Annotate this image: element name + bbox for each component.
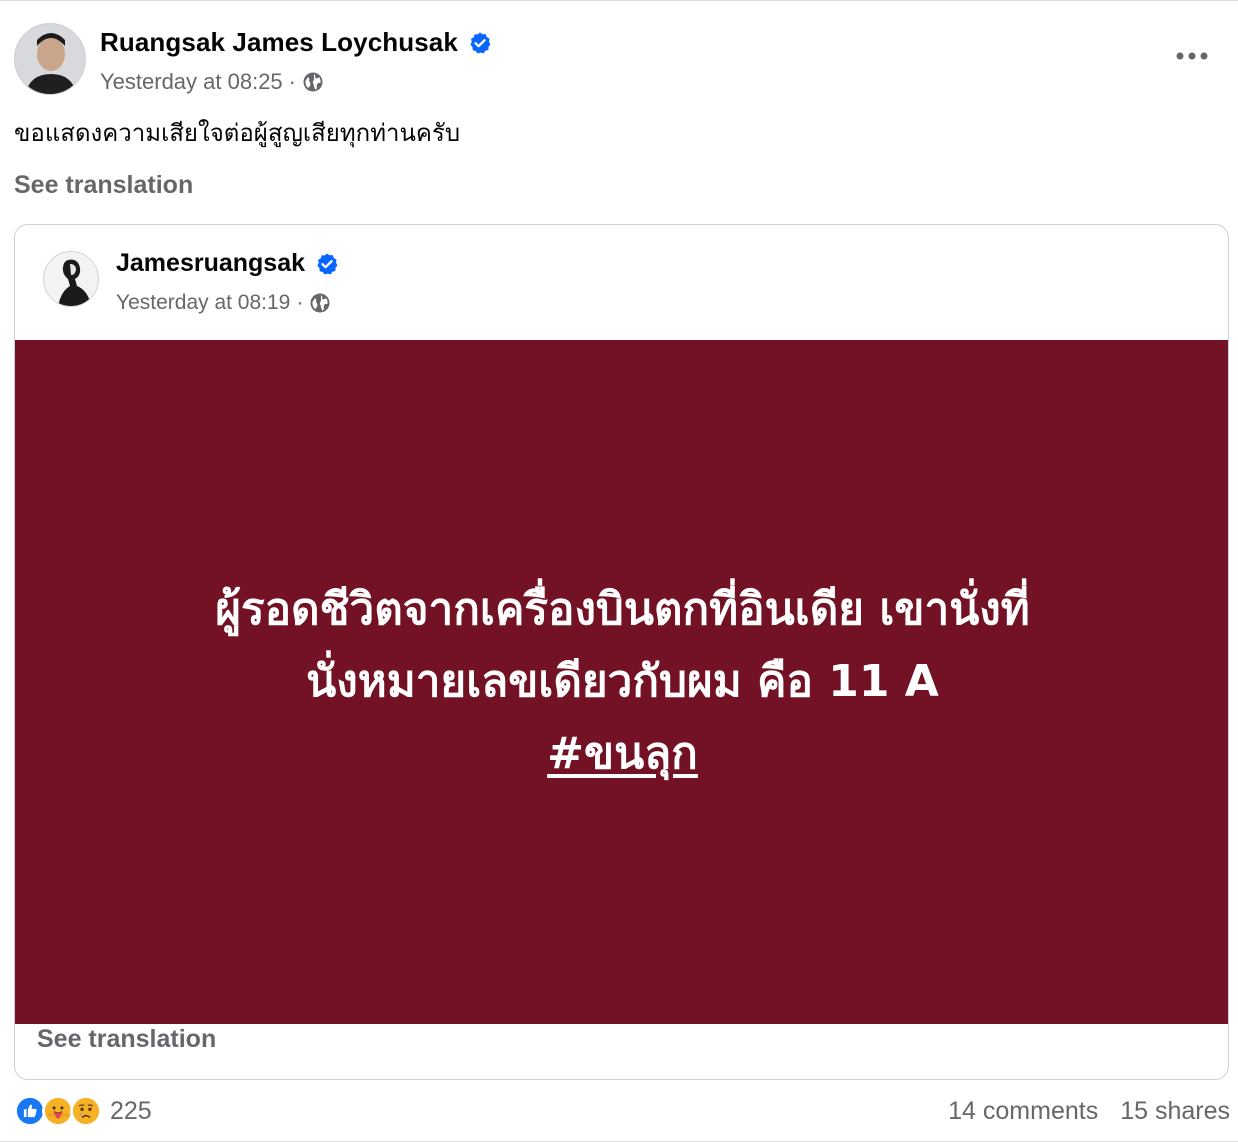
author-avatar[interactable] — [14, 23, 86, 95]
shared-post[interactable]: Jamesruangsak Yesterday at 08:19 · ผู้รอ… — [14, 224, 1229, 1080]
reactions-summary[interactable]: 225 — [14, 1095, 152, 1127]
reaction-count: 225 — [110, 1096, 152, 1125]
background-text-line-1: ผู้รอดชีวิตจากเครื่องบินตกที่อินเดีย เขา… — [215, 584, 1030, 635]
engagement-stats: 14 comments 15 shares — [948, 1097, 1230, 1126]
globe-icon[interactable] — [309, 292, 331, 314]
hashtag-link[interactable]: #ขนลุก — [547, 728, 698, 779]
post-footer: 225 14 comments 15 shares — [14, 1091, 1230, 1131]
post-meta: Yesterday at 08:25 · — [100, 69, 324, 95]
shared-author-name[interactable]: Jamesruangsak — [116, 249, 305, 278]
post-timestamp[interactable]: Yesterday at 08:25 — [100, 69, 283, 95]
verified-badge-icon — [317, 253, 338, 274]
shared-author-name-row: Jamesruangsak — [116, 249, 339, 278]
shared-post-meta: Yesterday at 08:19 · — [116, 291, 331, 315]
shared-author-avatar[interactable] — [43, 251, 99, 307]
shared-post-timestamp[interactable]: Yesterday at 08:19 — [116, 291, 290, 315]
more-options-button[interactable] — [1170, 41, 1214, 71]
sad-reaction-icon — [70, 1095, 102, 1127]
globe-icon[interactable] — [302, 71, 324, 93]
more-options-icon — [1176, 52, 1208, 60]
shared-see-translation-link[interactable]: See translation — [37, 1025, 216, 1054]
background-text-line-2: นั่งหมายเลขเดียวกับผม คือ 11 A — [306, 656, 939, 707]
see-translation-link[interactable]: See translation — [14, 171, 193, 200]
post-card: Ruangsak James Loychusak Yesterday at 08… — [0, 0, 1238, 1142]
author-name[interactable]: Ruangsak James Loychusak — [100, 27, 458, 58]
background-text-line-3: #ขนลุก — [547, 718, 698, 790]
post-header: Ruangsak James Loychusak Yesterday at 08… — [14, 23, 1224, 99]
verified-badge-icon — [470, 32, 491, 53]
meta-separator: · — [296, 291, 304, 314]
author-name-row: Ruangsak James Loychusak — [100, 27, 492, 58]
meta-separator: · — [288, 69, 296, 94]
shares-count-link[interactable]: 15 shares — [1120, 1097, 1230, 1126]
text-background-post[interactable]: ผู้รอดชีวิตจากเครื่องบินตกที่อินเดีย เขา… — [15, 340, 1228, 1024]
post-message: ขอแสดงความเสียใจต่อผู้สูญเสียทุกท่านครับ — [14, 119, 461, 147]
comments-count-link[interactable]: 14 comments — [948, 1097, 1098, 1126]
